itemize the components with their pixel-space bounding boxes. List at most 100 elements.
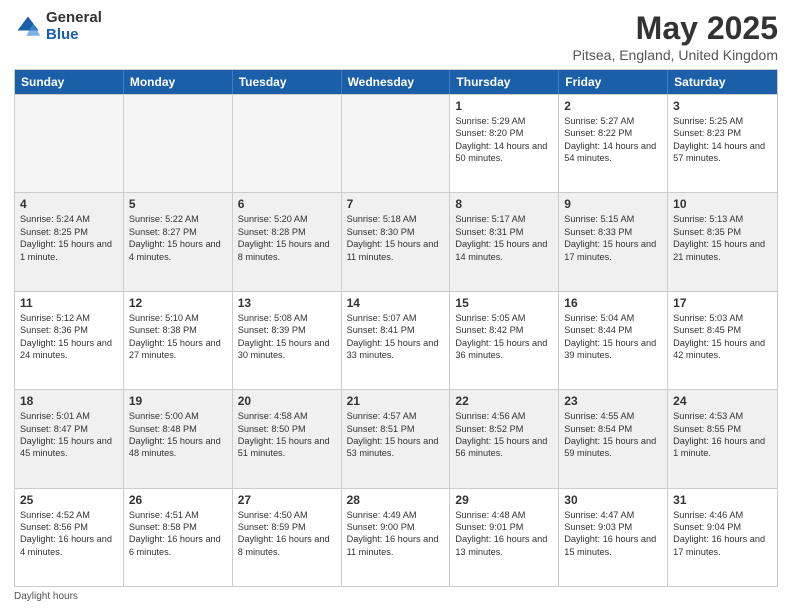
calendar-body: 1 Sunrise: 5:29 AMSunset: 8:20 PMDaylight… xyxy=(15,94,777,586)
table-row: 19Sunrise: 5:00 AMSunset: 8:48 PMDayligh… xyxy=(124,390,233,487)
table-row: 10Sunrise: 5:13 AMSunset: 8:35 PMDayligh… xyxy=(668,193,777,290)
table-row: 11Sunrise: 5:12 AMSunset: 8:36 PMDayligh… xyxy=(15,292,124,389)
cell-info: Sunrise: 4:46 AMSunset: 9:04 PMDaylight:… xyxy=(673,509,772,559)
cell-info: Sunrise: 5:20 AMSunset: 8:28 PMDaylight:… xyxy=(238,213,336,263)
day-number: 9 xyxy=(564,197,662,211)
day-number: 11 xyxy=(20,296,118,310)
day-number: 13 xyxy=(238,296,336,310)
page: General Blue May 2025 Pitsea, England, U… xyxy=(0,0,792,612)
cell-info: Sunrise: 4:47 AMSunset: 9:03 PMDaylight:… xyxy=(564,509,662,559)
cell-info: Sunrise: 5:17 AMSunset: 8:31 PMDaylight:… xyxy=(455,213,553,263)
day-number: 26 xyxy=(129,493,227,507)
cell-info: Sunrise: 5:07 AMSunset: 8:41 PMDaylight:… xyxy=(347,312,445,362)
cell-info: Sunrise: 4:51 AMSunset: 8:58 PMDaylight:… xyxy=(129,509,227,559)
cell-info: Sunrise: 5:15 AMSunset: 8:33 PMDaylight:… xyxy=(564,213,662,263)
title-area: May 2025 Pitsea, England, United Kingdom xyxy=(573,10,778,63)
cell-info: Sunrise: 5:04 AMSunset: 8:44 PMDaylight:… xyxy=(564,312,662,362)
logo-icon xyxy=(14,13,42,41)
cal-row-1: 4 Sunrise: 5:24 AMSunset: 8:25 PMDaylight… xyxy=(15,192,777,290)
table-row: 16 Sunrise: 5:04 AMSunset: 8:44 PMDayligh… xyxy=(559,292,668,389)
table-row: 1 Sunrise: 5:29 AMSunset: 8:20 PMDaylight… xyxy=(450,95,559,192)
day-number: 8 xyxy=(455,197,553,211)
table-row: 27Sunrise: 4:50 AMSunset: 8:59 PMDayligh… xyxy=(233,489,342,586)
cell-info: Sunrise: 4:55 AMSunset: 8:54 PMDaylight:… xyxy=(564,410,662,460)
table-row: 7Sunrise: 5:18 AMSunset: 8:30 PMDaylight… xyxy=(342,193,451,290)
table-row: 17Sunrise: 5:03 AMSunset: 8:45 PMDayligh… xyxy=(668,292,777,389)
cell-info: Sunrise: 5:27 AMSunset: 8:22 PMDaylight:… xyxy=(564,115,662,165)
day-number: 5 xyxy=(129,197,227,211)
cal-row-3: 18 Sunrise: 5:01 AMSunset: 8:47 PMDayligh… xyxy=(15,389,777,487)
table-row xyxy=(342,95,451,192)
cell-info: Sunrise: 5:22 AMSunset: 8:27 PMDaylight:… xyxy=(129,213,227,263)
table-row: 15Sunrise: 5:05 AMSunset: 8:42 PMDayligh… xyxy=(450,292,559,389)
day-number: 18 xyxy=(20,394,118,408)
day-number: 15 xyxy=(455,296,553,310)
logo-blue-text: Blue xyxy=(46,27,102,44)
subtitle: Pitsea, England, United Kingdom xyxy=(573,47,778,63)
cal-header-thursday: Thursday xyxy=(450,70,559,94)
table-row: 21 Sunrise: 4:57 AMSunset: 8:51 PMDayligh… xyxy=(342,390,451,487)
table-row: 28Sunrise: 4:49 AMSunset: 9:00 PMDayligh… xyxy=(342,489,451,586)
cell-info: Sunrise: 4:58 AMSunset: 8:50 PMDaylight:… xyxy=(238,410,336,460)
table-row xyxy=(233,95,342,192)
day-number: 27 xyxy=(238,493,336,507)
day-number: 2 xyxy=(564,99,662,113)
day-number: 1 xyxy=(455,99,553,113)
cell-info: Sunrise: 4:57 AMSunset: 8:51 PMDaylight:… xyxy=(347,410,445,460)
day-number: 23 xyxy=(564,394,662,408)
day-number: 12 xyxy=(129,296,227,310)
cell-info: Sunrise: 4:53 AMSunset: 8:55 PMDaylight:… xyxy=(673,410,772,460)
cal-row-0: 1 Sunrise: 5:29 AMSunset: 8:20 PMDaylight… xyxy=(15,94,777,192)
calendar-header: SundayMondayTuesdayWednesdayThursdayFrid… xyxy=(15,70,777,94)
table-row: 6 Sunrise: 5:20 AMSunset: 8:28 PMDaylight… xyxy=(233,193,342,290)
cal-row-2: 11Sunrise: 5:12 AMSunset: 8:36 PMDayligh… xyxy=(15,291,777,389)
day-number: 30 xyxy=(564,493,662,507)
day-number: 6 xyxy=(238,197,336,211)
day-number: 24 xyxy=(673,394,772,408)
cell-info: Sunrise: 4:56 AMSunset: 8:52 PMDaylight:… xyxy=(455,410,553,460)
day-number: 21 xyxy=(347,394,445,408)
table-row: 24 Sunrise: 4:53 AMSunset: 8:55 PMDayligh… xyxy=(668,390,777,487)
table-row: 14 Sunrise: 5:07 AMSunset: 8:41 PMDayligh… xyxy=(342,292,451,389)
cell-info: Sunrise: 4:52 AMSunset: 8:56 PMDaylight:… xyxy=(20,509,118,559)
header: General Blue May 2025 Pitsea, England, U… xyxy=(14,10,778,63)
daylight-label: Daylight hours xyxy=(14,591,78,602)
cell-info: Sunrise: 5:25 AMSunset: 8:23 PMDaylight:… xyxy=(673,115,772,165)
logo-text: General Blue xyxy=(46,10,102,43)
day-number: 14 xyxy=(347,296,445,310)
table-row: 12Sunrise: 5:10 AMSunset: 8:38 PMDayligh… xyxy=(124,292,233,389)
table-row xyxy=(15,95,124,192)
table-row: 30 Sunrise: 4:47 AMSunset: 9:03 PMDayligh… xyxy=(559,489,668,586)
day-number: 29 xyxy=(455,493,553,507)
footer-note: Daylight hours xyxy=(14,591,778,602)
table-row xyxy=(124,95,233,192)
cell-info: Sunrise: 5:08 AMSunset: 8:39 PMDaylight:… xyxy=(238,312,336,362)
table-row: 4 Sunrise: 5:24 AMSunset: 8:25 PMDaylight… xyxy=(15,193,124,290)
calendar: SundayMondayTuesdayWednesdayThursdayFrid… xyxy=(14,69,778,587)
cell-info: Sunrise: 5:18 AMSunset: 8:30 PMDaylight:… xyxy=(347,213,445,263)
table-row: 23 Sunrise: 4:55 AMSunset: 8:54 PMDayligh… xyxy=(559,390,668,487)
table-row: 5 Sunrise: 5:22 AMSunset: 8:27 PMDaylight… xyxy=(124,193,233,290)
cal-header-monday: Monday xyxy=(124,70,233,94)
cell-info: Sunrise: 5:00 AMSunset: 8:48 PMDaylight:… xyxy=(129,410,227,460)
day-number: 4 xyxy=(20,197,118,211)
cell-info: Sunrise: 4:48 AMSunset: 9:01 PMDaylight:… xyxy=(455,509,553,559)
logo: General Blue xyxy=(14,10,102,43)
table-row: 31Sunrise: 4:46 AMSunset: 9:04 PMDayligh… xyxy=(668,489,777,586)
cell-info: Sunrise: 4:49 AMSunset: 9:00 PMDaylight:… xyxy=(347,509,445,559)
cell-info: Sunrise: 5:24 AMSunset: 8:25 PMDaylight:… xyxy=(20,213,118,263)
cal-header-wednesday: Wednesday xyxy=(342,70,451,94)
day-number: 10 xyxy=(673,197,772,211)
cal-header-sunday: Sunday xyxy=(15,70,124,94)
table-row: 22 Sunrise: 4:56 AMSunset: 8:52 PMDayligh… xyxy=(450,390,559,487)
cell-info: Sunrise: 5:29 AMSunset: 8:20 PMDaylight:… xyxy=(455,115,553,165)
day-number: 17 xyxy=(673,296,772,310)
table-row: 20Sunrise: 4:58 AMSunset: 8:50 PMDayligh… xyxy=(233,390,342,487)
table-row: 9 Sunrise: 5:15 AMSunset: 8:33 PMDaylight… xyxy=(559,193,668,290)
cell-info: Sunrise: 5:01 AMSunset: 8:47 PMDaylight:… xyxy=(20,410,118,460)
day-number: 22 xyxy=(455,394,553,408)
day-number: 16 xyxy=(564,296,662,310)
table-row: 3Sunrise: 5:25 AMSunset: 8:23 PMDaylight… xyxy=(668,95,777,192)
logo-general-text: General xyxy=(46,10,102,27)
table-row: 26 Sunrise: 4:51 AMSunset: 8:58 PMDayligh… xyxy=(124,489,233,586)
